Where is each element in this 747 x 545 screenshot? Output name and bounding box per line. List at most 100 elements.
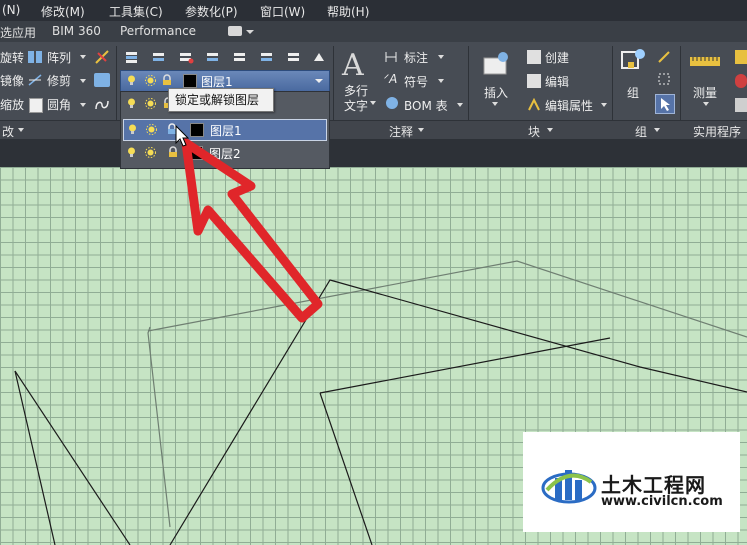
utilities-panel-label[interactable]: 实用程序 (693, 123, 741, 140)
group-button[interactable]: 组 (627, 84, 639, 101)
watermark-logo: 土木工程网 www.civilcn.com (523, 432, 740, 532)
trim-icon (28, 74, 42, 86)
layer-row-1-selected[interactable]: 图层1 (123, 119, 327, 141)
file-tab-strip (0, 139, 747, 167)
chevron-down-icon[interactable] (246, 30, 254, 34)
dimension-button[interactable]: 标注 (404, 49, 428, 66)
chevron-down-icon[interactable] (547, 128, 553, 132)
sun-icon[interactable] (145, 147, 156, 158)
mirror-button[interactable]: 镜像 (0, 72, 24, 89)
dimension-icon (384, 50, 398, 64)
chevron-down-icon[interactable] (315, 79, 323, 83)
measure-button[interactable]: 测量 (693, 84, 717, 101)
chevron-down-icon[interactable] (370, 101, 376, 105)
multiline-text-icon: A (342, 48, 364, 83)
sun-icon[interactable] (145, 75, 156, 86)
edit-attributes-icon (527, 97, 541, 112)
insert-button[interactable]: 插入 (484, 84, 508, 101)
chevron-down-icon[interactable] (601, 103, 607, 107)
ungroup-icon[interactable] (657, 50, 671, 64)
annotation-panel-label[interactable]: 注释 (389, 123, 413, 140)
tab-performance[interactable]: Performance (120, 24, 196, 38)
fillet-button[interactable]: 圆角 (47, 96, 71, 113)
chevron-down-icon[interactable] (438, 79, 444, 83)
quick-select-icon[interactable] (735, 50, 747, 64)
tab-bim360[interactable]: BIM 360 (52, 24, 101, 38)
mtext-label-line2[interactable]: 文字 (344, 97, 368, 114)
menu-item-window[interactable]: 窗口(W) (260, 3, 305, 20)
modify-panel-label[interactable]: 改 (2, 123, 14, 140)
watermark-url: www.civilcn.com (601, 494, 723, 509)
trim-button[interactable]: 修剪 (47, 72, 71, 89)
chevron-down-icon[interactable] (80, 79, 86, 83)
create-block-button[interactable]: 创建 (545, 49, 569, 66)
ribbon-panel-label-bar: 改 注释 块 组 实用程序 (0, 120, 747, 140)
id-point-icon[interactable] (735, 74, 747, 88)
layer-name: 图层2 (209, 147, 241, 161)
bom-table-button[interactable]: BOM 表 (404, 97, 448, 114)
block-panel-label[interactable]: 块 (528, 123, 540, 140)
color-swatch[interactable] (190, 123, 204, 137)
chevron-down-icon[interactable] (492, 102, 498, 106)
layer-lock-icon[interactable] (286, 50, 302, 64)
calculator-icon[interactable] (735, 98, 747, 112)
chevron-down-icon[interactable] (703, 102, 709, 106)
sun-icon[interactable] (146, 124, 157, 135)
light-bulb-icon[interactable] (128, 124, 137, 135)
scale-button[interactable]: 缩放 (0, 96, 24, 113)
menu-item-modify[interactable]: 修改(M) (41, 3, 85, 20)
chevron-down-icon[interactable] (438, 55, 444, 59)
lock-icon[interactable] (162, 74, 172, 86)
layer1-polyline-left (319, 392, 373, 545)
ribbon-minimize-icon[interactable] (228, 26, 242, 36)
layer-isolate-icon[interactable] (205, 50, 221, 64)
layer-name: 图层1 (210, 124, 242, 138)
light-bulb-icon[interactable] (127, 98, 136, 109)
layer-off-icon[interactable] (259, 50, 275, 64)
symbol-icon: ᐟA (384, 72, 398, 86)
layer-row-2[interactable]: 图层2 (123, 143, 325, 163)
group-edit-icon[interactable] (657, 72, 671, 86)
menu-item-toolsets[interactable]: 工具集(C) (109, 3, 163, 20)
tab-featured-apps[interactable]: 选应用 (0, 24, 36, 41)
rotate-button[interactable]: 旋转 (0, 49, 24, 66)
civilcn-logo-icon (541, 470, 597, 504)
symbol-button[interactable]: 符号 (404, 73, 428, 90)
menu-item-help[interactable]: 帮助(H) (327, 3, 369, 20)
edit-attributes-button[interactable]: 编辑属性 (545, 97, 593, 114)
sun-icon[interactable] (145, 98, 156, 109)
group-panel-label[interactable]: 组 (635, 123, 647, 140)
light-bulb-icon[interactable] (127, 147, 136, 158)
insert-block-icon (482, 50, 512, 78)
lock-icon[interactable] (167, 123, 178, 135)
chevron-down-icon[interactable] (457, 103, 463, 107)
layer-properties-icon[interactable] (124, 50, 140, 64)
chevron-down-icon[interactable] (80, 103, 86, 107)
chevron-down-icon[interactable] (654, 128, 660, 132)
layer-unlock-icon[interactable] (311, 50, 327, 64)
light-bulb-icon[interactable] (127, 75, 136, 86)
group-icon (620, 48, 648, 78)
color-swatch[interactable] (183, 74, 197, 88)
layer-previous-icon[interactable] (178, 50, 194, 64)
menu-item-parametric[interactable]: 参数化(P) (185, 3, 238, 20)
ribbon-tab-bar: 选应用 BIM 360 Performance (0, 21, 747, 43)
array-button[interactable]: 阵列 (47, 49, 71, 66)
chevron-down-icon[interactable] (418, 128, 424, 132)
layer1-polyline-right (319, 337, 611, 394)
layer2-polyline (147, 326, 171, 528)
layer1-polyline-bottom (14, 370, 131, 545)
menu-item-file[interactable]: (N) (2, 3, 20, 17)
offset-icon[interactable] (94, 73, 110, 87)
explode-icon[interactable] (94, 49, 110, 65)
group-selection-icon[interactable] (655, 94, 675, 114)
layer-match-icon[interactable] (151, 50, 167, 64)
edit-block-button[interactable]: 编辑 (545, 73, 569, 90)
stretch-icon[interactable] (94, 97, 110, 111)
chevron-down-icon[interactable] (18, 128, 24, 132)
color-swatch[interactable] (189, 146, 203, 160)
chevron-down-icon[interactable] (80, 55, 86, 59)
lock-tooltip: 锁定或解锁图层 (168, 88, 274, 112)
layer-freeze-icon[interactable] (232, 50, 248, 64)
lock-icon[interactable] (168, 146, 178, 158)
